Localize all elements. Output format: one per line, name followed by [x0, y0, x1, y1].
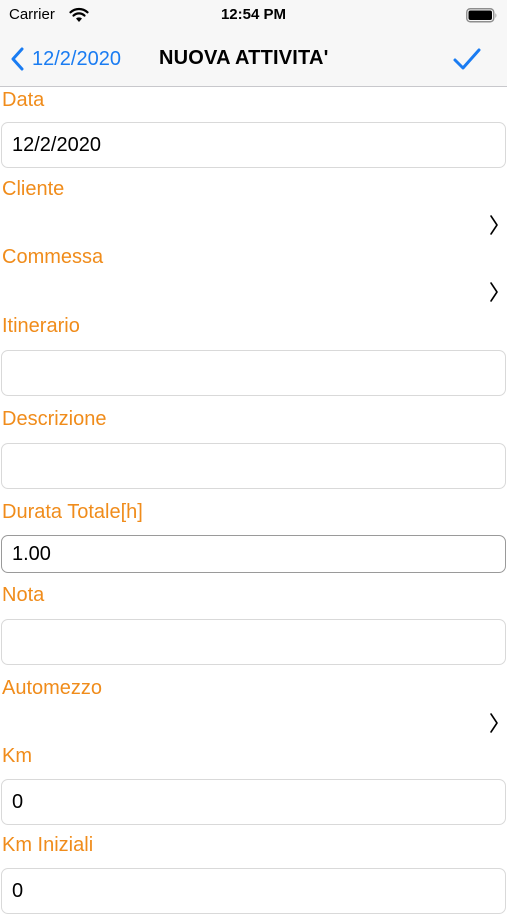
status-bar: Carrier 12:54 PM: [0, 0, 507, 32]
durata-totale-field[interactable]: 1.00: [1, 535, 506, 573]
cliente-label: Cliente: [2, 178, 65, 200]
chevron-right-icon[interactable]: [488, 213, 500, 237]
nota-field[interactable]: [1, 619, 506, 665]
chevron-right-icon[interactable]: [488, 280, 500, 304]
navigation-bar: 12/2/2020 NUOVA ATTIVITA': [0, 32, 507, 87]
back-button-label: 12/2/2020: [32, 47, 121, 70]
km-label: Km: [2, 745, 32, 767]
automezzo-label: Automezzo: [2, 677, 103, 699]
km-iniziali-label: Km Iniziali: [2, 834, 94, 856]
clock: 12:54 PM: [220, 6, 287, 23]
battery-icon: [466, 8, 497, 23]
data-label: Data: [2, 89, 45, 111]
back-button[interactable]: 12/2/2020: [10, 44, 121, 74]
durata-totale-label: Durata Totale[h]: [2, 501, 143, 523]
data-field[interactable]: 12/2/2020: [1, 122, 506, 168]
itinerario-field[interactable]: [1, 350, 506, 396]
chevron-left-icon: [11, 47, 24, 71]
km-value: 0: [12, 790, 24, 813]
descrizione-label: Descrizione: [2, 408, 107, 430]
durata-totale-value: 1.00: [12, 542, 51, 565]
data-value: 12/2/2020: [12, 133, 101, 156]
checkmark-icon[interactable]: [452, 45, 482, 73]
descrizione-field[interactable]: [1, 443, 506, 489]
km-iniziali-field[interactable]: 0: [1, 868, 506, 914]
commessa-label: Commessa: [2, 246, 104, 268]
itinerario-label: Itinerario: [2, 315, 80, 337]
nota-label: Nota: [2, 584, 45, 606]
km-iniziali-value: 0: [12, 879, 24, 902]
page-title: NUOVA ATTIVITA': [159, 47, 329, 69]
km-field[interactable]: 0: [1, 779, 506, 825]
chevron-right-icon[interactable]: [488, 711, 500, 735]
